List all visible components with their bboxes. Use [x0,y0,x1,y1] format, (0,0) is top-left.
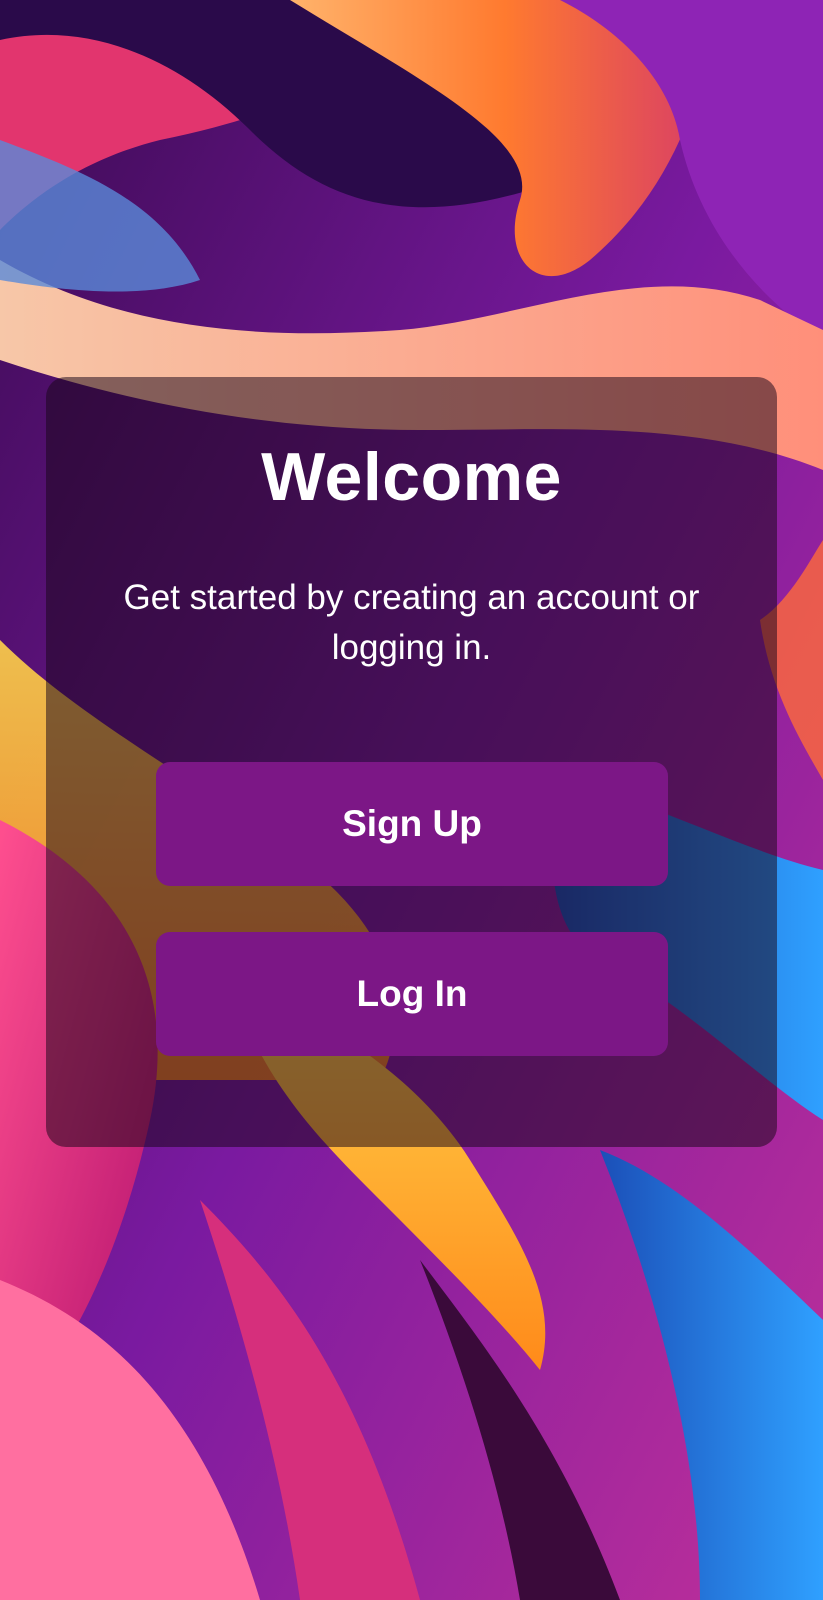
log-in-button[interactable]: Log In [156,932,668,1056]
welcome-subtitle: Get started by creating an account or lo… [123,578,700,667]
welcome-screen: Welcome Get started by creating an accou… [0,0,823,1600]
welcome-card: Welcome Get started by creating an accou… [46,377,777,1147]
welcome-title: Welcome [261,439,562,515]
sign-up-button[interactable]: Sign Up [156,762,668,886]
